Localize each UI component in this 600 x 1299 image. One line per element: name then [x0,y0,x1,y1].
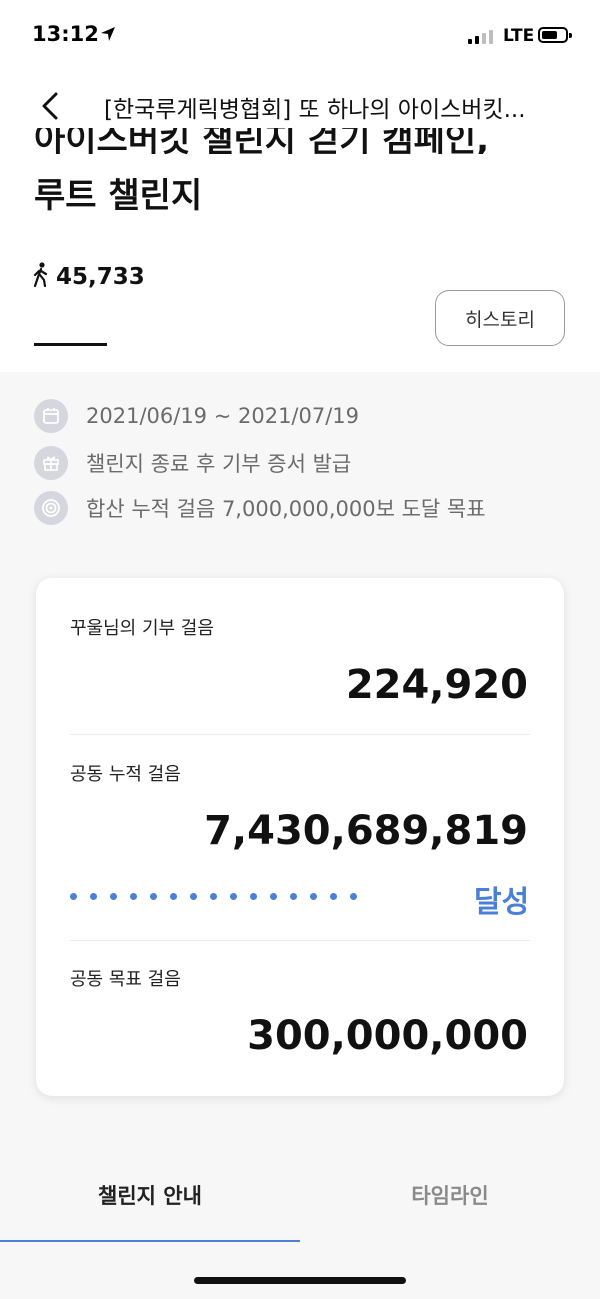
card-divider [70,940,530,941]
history-button[interactable]: 히스토리 [435,290,565,346]
signal-icon [468,30,493,44]
card-divider [70,734,530,735]
progress-dots [70,893,357,900]
location-arrow-icon [101,27,115,41]
tab-challenge-guide[interactable]: 챌린지 안내 [0,1150,300,1240]
certificate-text: 챌린지 종료 후 기부 증서 발급 [86,452,352,476]
header-title: [한국루게릭병협회] 또 하나의 아이스버킷... [104,97,526,123]
challenge-title-line1: 아이스버킷 챌린지 걷기 캠페인, [34,128,490,154]
info-period: 2021/06/19 ~ 2021/07/19 [34,398,359,434]
info-certificate: 챌린지 종료 후 기부 증서 발급 [34,445,351,481]
tab-bar: 챌린지 안내 타임라인 [0,1150,600,1242]
status-time: 13:12 [32,22,99,46]
goal-steps-value: 300,000,000 [247,1013,528,1059]
back-chevron-icon[interactable] [30,86,70,126]
challenge-title-line2: 루트 챌린지 [34,176,203,216]
goal-steps-label: 공동 목표 걸음 [70,969,181,990]
total-steps-label: 공동 누적 걸음 [70,764,181,785]
network-type: LTE [503,26,535,46]
period-text: 2021/06/19 ~ 2021/07/19 [86,404,360,428]
walking-person-icon [33,262,48,288]
calendar-icon [34,399,68,433]
active-tab-indicator [0,1240,300,1242]
tab-timeline[interactable]: 타임라인 [300,1150,600,1240]
info-goal: 합산 누적 걸음 7,000,000,000보 도달 목표 [34,490,486,526]
step-count: 45,733 [56,264,145,290]
battery-icon [538,27,572,43]
total-steps-value: 7,430,689,819 [204,808,528,854]
my-steps-label: 꾸울님의 기부 걸음 [70,618,214,639]
title-underline [34,343,107,346]
achieved-label: 달성 [474,885,530,920]
gift-icon [34,446,68,480]
home-indicator[interactable] [194,1277,406,1284]
goal-text: 합산 누적 걸음 7,000,000,000보 도달 목표 [86,497,486,521]
target-icon [34,491,68,525]
my-steps-value: 224,920 [345,662,528,708]
